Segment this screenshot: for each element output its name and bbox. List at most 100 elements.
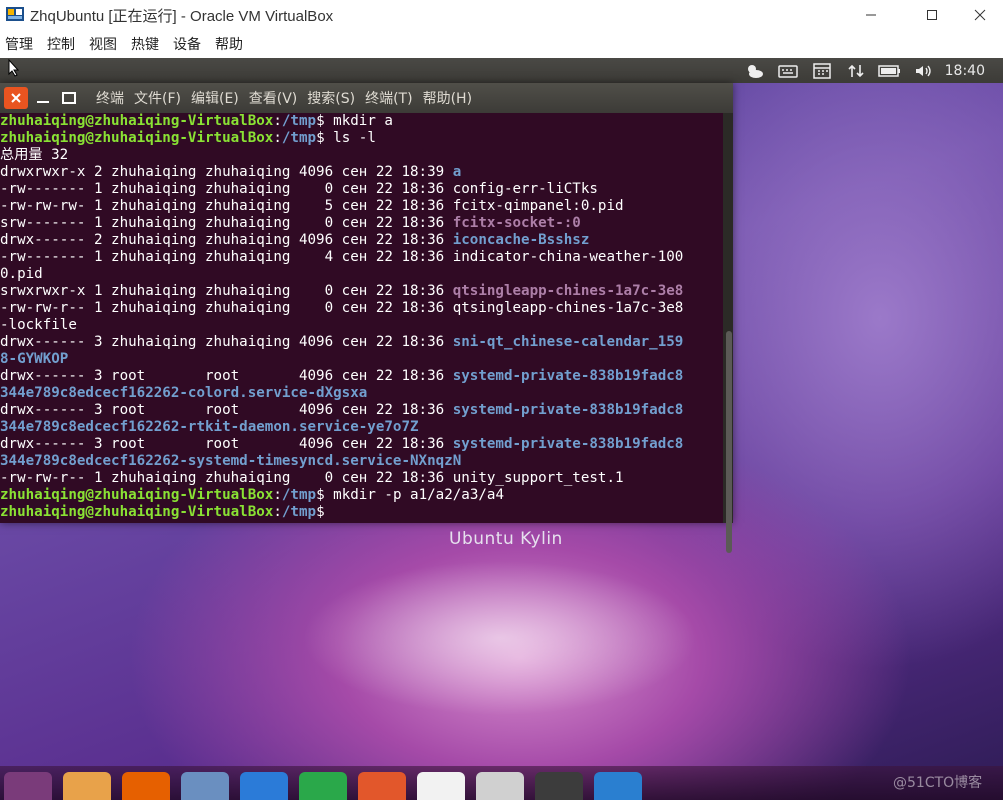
terminal-minimize-button[interactable] [32,87,54,109]
terminal-menu-help[interactable]: 帮助(H) [423,88,472,108]
prompt-symbol: $ [316,487,325,503]
file-name: a [452,164,462,180]
desktop-logo-text: Ubuntu Kylin [449,529,563,549]
volume-icon[interactable] [907,58,941,83]
menu-hotkeys[interactable]: 热键 [131,34,159,54]
network-icon[interactable] [839,58,873,83]
battery-icon[interactable] [873,58,907,83]
menu-view[interactable]: 视图 [89,34,117,54]
weather-icon[interactable] [737,58,771,83]
terminal-line: 0.pid [0,266,723,283]
terminal-maximize-button[interactable] [58,87,80,109]
file-meta: -rw------- 1 zhuhaiqing zhuhaiqing 4 сен… [0,249,453,265]
workspace-switcher-icon[interactable] [594,772,642,800]
prompt-path: /tmp [281,504,317,520]
guest-desktop[interactable]: 18:40 终端 文件(F) 编辑(E) 查看(V) 搜索(S) 终端(T) 帮… [0,58,1003,800]
prompt-path: /tmp [281,130,317,146]
software-center-icon[interactable] [417,772,465,800]
keyboard-icon[interactable] [771,58,805,83]
system-tools-icon[interactable] [476,772,524,800]
menu-devices[interactable]: 设备 [173,34,201,54]
terminal-line: drwxrwxr-x 2 zhuhaiqing zhuhaiqing 4096 … [0,164,723,181]
files-folder-icon[interactable] [63,772,111,800]
terminal-menu-file[interactable]: 文件(F) [134,88,181,108]
terminal-line: drwx------ 3 root root 4096 сен 22 18:36… [0,436,723,453]
prompt-user: zhuhaiqing@zhuhaiqing-VirtualBox [0,487,274,503]
wps-spreadsheet-icon[interactable] [299,772,347,800]
file-meta: drwx------ 3 root root 4096 сен 22 18:36 [0,436,453,452]
close-button[interactable] [957,0,1003,30]
terminal-line: zhuhaiqing@zhuhaiqing-VirtualBox:/tmp$ [0,504,723,521]
file-name-continued: 344e789c8edcecf162262-colord.service-dXg… [0,385,368,401]
terminal-close-button[interactable] [4,87,28,109]
host-title-bar: ZhqUbuntu [正在运行] - Oracle VM VirtualBox [0,0,1003,30]
terminal-header: 终端 文件(F) 编辑(E) 查看(V) 搜索(S) 终端(T) 帮助(H) [0,83,733,113]
terminal-menu-edit[interactable]: 编辑(E) [191,88,239,108]
prompt-user: zhuhaiqing@zhuhaiqing-VirtualBox [0,113,274,129]
maximize-button[interactable] [909,0,955,30]
terminal-line: zhuhaiqing@zhuhaiqing-VirtualBox:/tmp$ l… [0,130,723,147]
terminal-icon[interactable] [535,772,583,800]
panel-indicators: 18:40 [737,58,1003,83]
file-name: iconcache-Bsshsz [452,232,590,248]
file-name-continued: 344e789c8edcecf162262-systemd-timesyncd.… [0,453,462,469]
prompt-separator: : [273,130,282,146]
file-name: config-err-liCTks [452,181,598,197]
calendar-icon[interactable] [805,58,839,83]
terminal-window[interactable]: 终端 文件(F) 编辑(E) 查看(V) 搜索(S) 终端(T) 帮助(H) z… [0,83,733,553]
launcher-dock [0,766,1003,800]
prompt-symbol: $ [316,113,325,129]
mouse-pointer-icon [8,58,20,81]
terminal-line: -rw------- 1 zhuhaiqing zhuhaiqing 4 сен… [0,249,723,266]
minimize-button[interactable] [848,0,894,30]
file-name: systemd-private-838b19fadc8 [452,436,684,452]
terminal-line: zhuhaiqing@zhuhaiqing-VirtualBox:/tmp$ m… [0,487,723,504]
watermark: @51CTO博客 [893,775,983,791]
file-meta: -rw-rw-r-- 1 zhuhaiqing zhuhaiqing 0 сен… [0,300,453,316]
terminal-menu-view[interactable]: 查看(V) [249,88,298,108]
file-name: qtsingleapp-chines-1a7c-3e8 [452,283,684,299]
menu-help[interactable]: 帮助 [215,34,243,54]
file-meta: drwx------ 3 zhuhaiqing zhuhaiqing 4096 … [0,334,453,350]
terminal-line: 总用量 32 [0,147,723,164]
terminal-line: drwx------ 3 zhuhaiqing zhuhaiqing 4096 … [0,334,723,351]
web-browser-icon[interactable] [181,772,229,800]
menu-manage[interactable]: 管理 [5,34,33,54]
terminal-app-menu[interactable]: 终端 [96,88,124,108]
terminal-line: -lockfile [0,317,723,334]
dash-home-icon[interactable] [4,772,52,800]
file-meta: drwx------ 3 root root 4096 сен 22 18:36 [0,402,453,418]
file-name: unity_support_test.1 [452,470,624,486]
terminal-menu-terminal[interactable]: 终端(T) [365,88,412,108]
command-text: mkdir a [324,113,393,129]
terminal-output[interactable]: zhuhaiqing@zhuhaiqing-VirtualBox:/tmp$ m… [0,113,723,523]
prompt-separator: : [273,113,282,129]
terminal-menu-search[interactable]: 搜索(S) [307,88,355,108]
wps-writer-icon[interactable] [240,772,288,800]
virtualbox-menu-bar: 管理 控制 视图 热键 设备 帮助 [0,30,1003,58]
prompt-separator: : [273,487,282,503]
file-name: systemd-private-838b19fadc8 [452,402,684,418]
terminal-line: srwxrwxr-x 1 zhuhaiqing zhuhaiqing 0 сен… [0,283,723,300]
terminal-scrollbar[interactable] [723,113,733,553]
command-text: ls -l [324,130,376,146]
terminal-line: drwx------ 3 root root 4096 сен 22 18:36… [0,368,723,385]
file-name-continued: 8-GYWKOP [0,351,69,367]
menu-control[interactable]: 控制 [47,34,75,54]
file-meta: -rw-rw-r-- 1 zhuhaiqing zhuhaiqing 0 сен… [0,470,453,486]
file-name-continued: 0.pid [0,266,43,282]
wps-presentation-icon[interactable] [358,772,406,800]
prompt-path: /tmp [281,113,317,129]
file-name: sni-qt_chinese-calendar_159 [452,334,684,350]
file-name: fcitx-qimpanel:0.pid [452,198,624,214]
prompt-symbol: $ [316,504,325,520]
file-meta: -rw------- 1 zhuhaiqing zhuhaiqing 0 сен… [0,181,453,197]
terminal-line: -rw------- 1 zhuhaiqing zhuhaiqing 0 сен… [0,181,723,198]
file-name: qtsingleapp-chines-1a7c-3e8 [452,300,684,316]
terminal-line: 344e789c8edcecf162262-colord.service-dXg… [0,385,723,402]
scrollbar-thumb[interactable] [726,331,732,553]
panel-clock[interactable]: 18:40 [941,63,1003,79]
file-name-continued: 344e789c8edcecf162262-rtkit-daemon.servi… [0,419,419,435]
firefox-icon[interactable] [122,772,170,800]
window-title: ZhqUbuntu [正在运行] - Oracle VM VirtualBox [30,8,334,25]
